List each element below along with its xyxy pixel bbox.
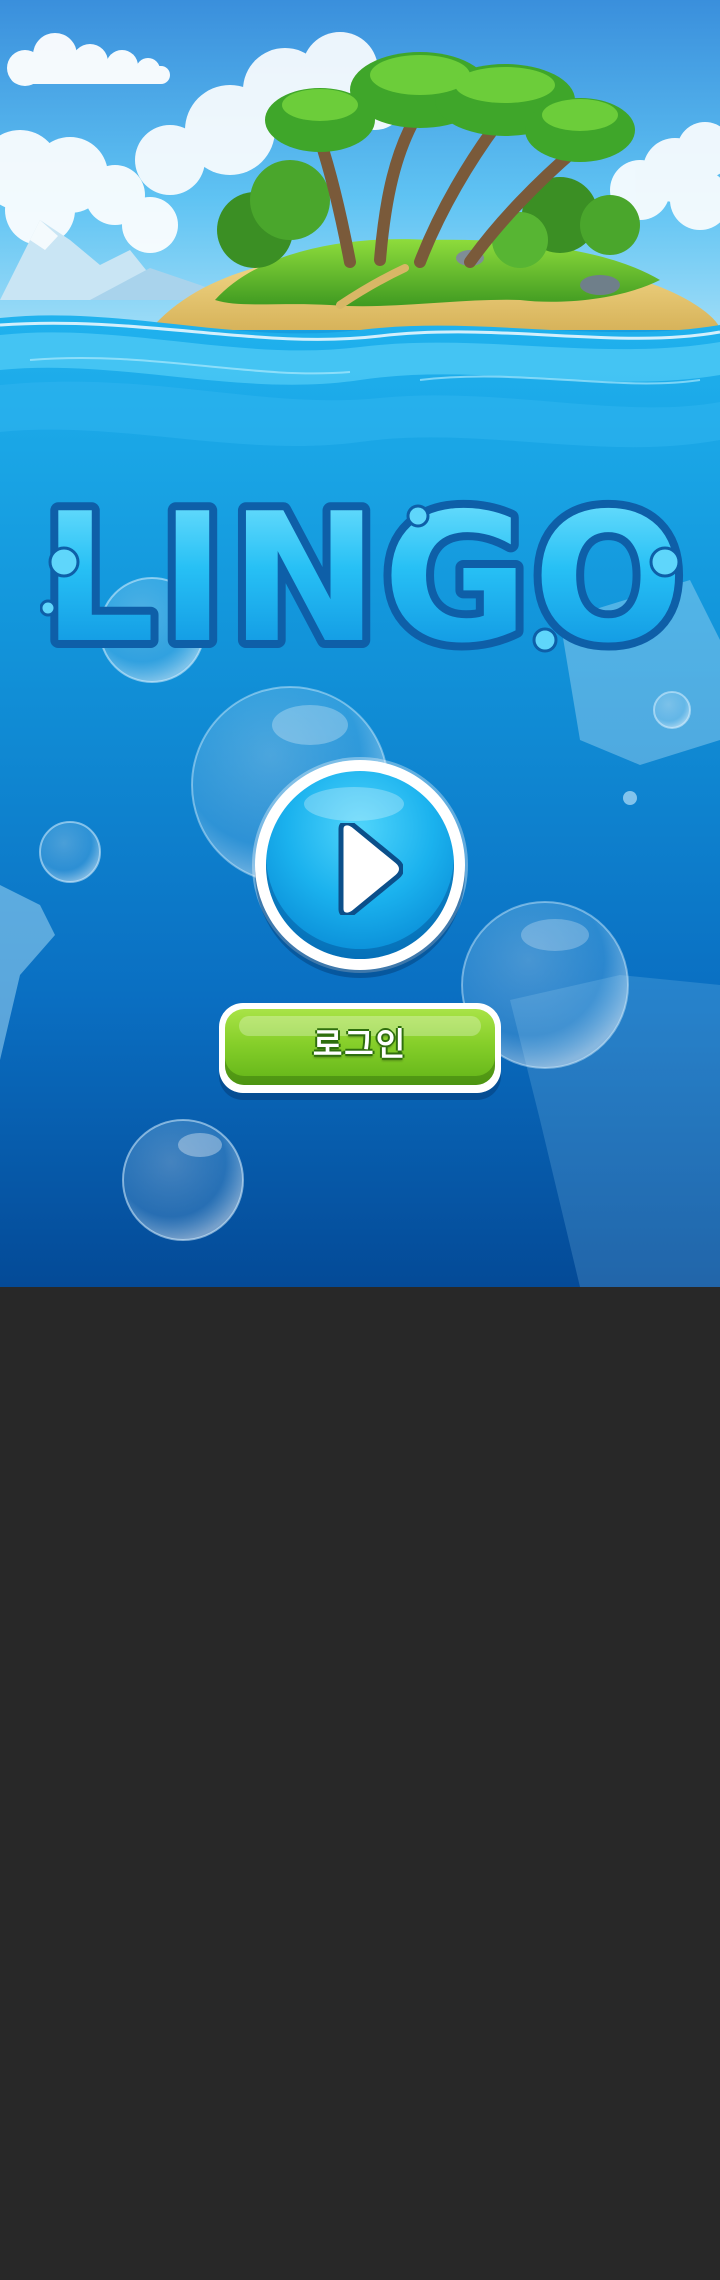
play-button-shine: [304, 787, 404, 821]
app-screen: LINGO LINGO 로그인: [0, 0, 720, 2280]
login-button[interactable]: 로그인: [219, 1003, 501, 1093]
play-button[interactable]: [255, 760, 465, 970]
play-icon: [338, 823, 403, 915]
title-screen: LINGO LINGO 로그인: [0, 0, 720, 1287]
login-button-face: 로그인: [225, 1009, 495, 1085]
logo-text: LINGO: [42, 490, 688, 680]
login-button-label: 로그인: [312, 1025, 408, 1063]
play-button-face: [266, 771, 454, 959]
game-logo: LINGO LINGO: [40, 490, 690, 680]
